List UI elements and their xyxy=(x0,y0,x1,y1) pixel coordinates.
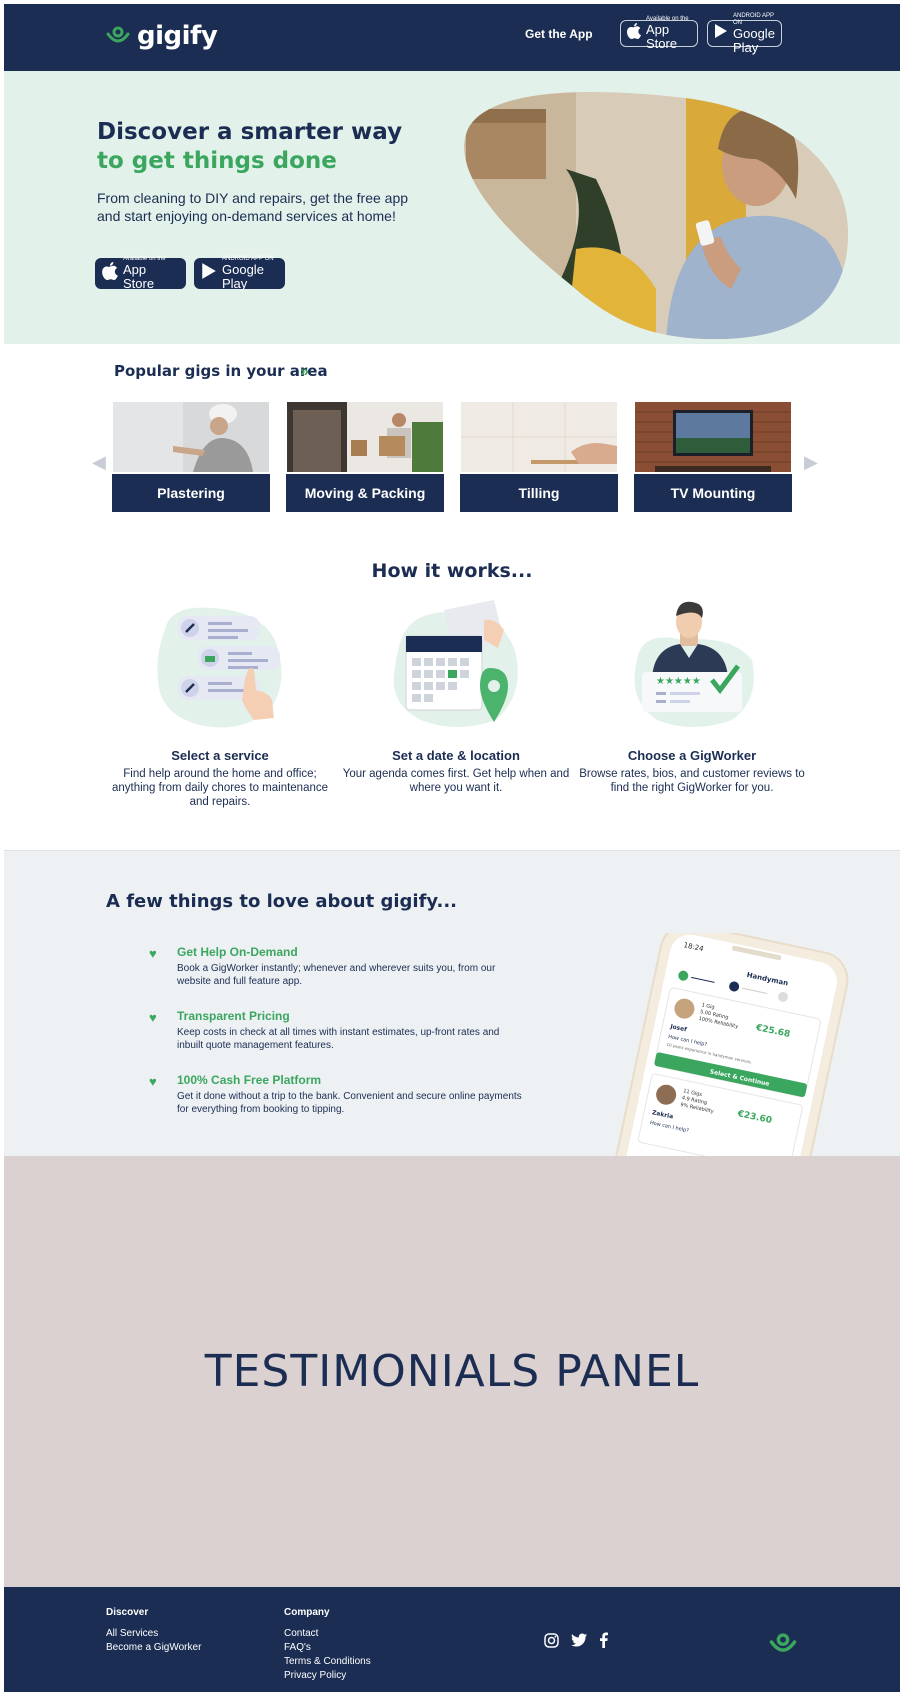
hero-subtitle: From cleaning to DIY and repairs, get th… xyxy=(97,190,409,224)
footer-link-become-gigworker[interactable]: Become a GigWorker xyxy=(106,1641,201,1655)
get-the-app-link[interactable]: Get the App xyxy=(525,27,593,41)
site-footer: Discover All Services Become a GigWorker… xyxy=(4,1587,900,1692)
heart-icon: ♥ xyxy=(149,1074,157,1089)
app-store-big: App Store xyxy=(123,262,155,291)
footer-heading: Company xyxy=(284,1607,330,1618)
step-title: Select a service xyxy=(171,748,269,763)
step-select-service: Select a service Find help around the ho… xyxy=(105,600,335,809)
page: gigify Get the App Available on the App S… xyxy=(4,4,900,1692)
gig-image xyxy=(113,402,269,472)
hero-title-line2: to get things done xyxy=(97,148,337,174)
footer-link-privacy[interactable]: Privacy Policy xyxy=(284,1669,371,1683)
footer-logo-icon[interactable] xyxy=(768,1628,798,1661)
phone-mockup: 18:24 Handyman 1 Gig 5.00 Rating 100% Re… xyxy=(590,923,850,1238)
apple-icon xyxy=(627,23,641,44)
hero-photo xyxy=(456,89,852,343)
gig-label: TV Mounting xyxy=(634,474,792,512)
set-date-illustration xyxy=(386,600,526,734)
feature-description: Get it done without a trip to the bank. … xyxy=(177,1091,522,1115)
google-play-small: ANDROID APP ON xyxy=(733,12,774,26)
gig-label: Plastering xyxy=(112,474,270,512)
features-section: A few things to love about gigify... ♥ G… xyxy=(4,850,900,1238)
step-title: Choose a GigWorker xyxy=(627,748,757,763)
gig-label: Moving & Packing xyxy=(286,474,444,512)
social-links xyxy=(544,1632,608,1653)
gig-image xyxy=(287,402,443,472)
svg-text:★★★★★: ★★★★★ xyxy=(656,676,701,687)
gig-card-tilling[interactable]: Tilling xyxy=(460,402,618,512)
feature-description: Book a GigWorker instantly; whenever and… xyxy=(177,963,496,987)
gig-image xyxy=(461,402,617,472)
gig-card-plastering[interactable]: Plastering xyxy=(112,402,270,512)
step-description: Your agenda comes first. Get help when a… xyxy=(342,768,570,794)
footer-heading: Discover xyxy=(106,1607,149,1618)
instagram-icon[interactable] xyxy=(544,1632,559,1653)
testimonials-panel: TESTIMONIALS PANEL xyxy=(4,1156,900,1587)
heart-icon: ♥ xyxy=(149,946,157,961)
step-title: Set a date & location xyxy=(392,748,520,763)
carousel-next-icon[interactable]: ▶ xyxy=(804,452,818,473)
popular-gigs-more-icon[interactable]: » xyxy=(300,363,309,381)
hero-title-line1: Discover a smarter way xyxy=(97,119,403,145)
feature-title: 100% Cash Free Platform xyxy=(177,1073,322,1087)
select-service-illustration xyxy=(150,600,290,734)
logo-text: gigify xyxy=(137,21,218,51)
gig-card-moving-packing[interactable]: Moving & Packing xyxy=(286,402,444,512)
google-play-big: Google Play xyxy=(733,25,775,55)
gig-card-tv-mounting[interactable]: TV Mounting xyxy=(634,402,792,512)
logo-icon xyxy=(105,22,131,51)
play-icon xyxy=(201,262,217,285)
google-play-big: Google Play xyxy=(222,262,264,291)
footer-link-all-services[interactable]: All Services xyxy=(106,1627,201,1641)
feature-description: Keep costs in check at all times with in… xyxy=(177,1027,500,1051)
hero-section: Discover a smarter way to get things don… xyxy=(4,71,900,344)
step-description: Find help around the home and office; an… xyxy=(111,768,329,808)
hero-google-play-button[interactable]: ANDROID APP ON Google Play xyxy=(194,256,285,291)
twitter-icon[interactable] xyxy=(571,1633,587,1652)
popular-gigs-title: Popular gigs in your area xyxy=(114,362,328,380)
step-description: Browse rates, bios, and customer reviews… xyxy=(579,768,805,794)
feature-title: Transparent Pricing xyxy=(177,1009,290,1023)
site-header: gigify Get the App Available on the App S… xyxy=(4,4,900,71)
facebook-icon[interactable] xyxy=(599,1632,608,1653)
apple-icon xyxy=(102,262,118,285)
footer-link-contact[interactable]: Contact xyxy=(284,1627,371,1641)
carousel-prev-icon[interactable]: ◀ xyxy=(92,452,106,473)
step-choose-gigworker: ★★★★★ Choose a GigWorker Browse rates, b… xyxy=(577,600,807,795)
features-title: A few things to love about gigify... xyxy=(106,891,457,912)
step-set-date-location: Set a date & location Your agenda comes … xyxy=(341,600,571,795)
testimonials-placeholder: TESTIMONIALS PANEL xyxy=(204,1346,700,1397)
logo[interactable]: gigify xyxy=(105,21,218,51)
feature-title: Get Help On-Demand xyxy=(177,945,298,959)
footer-company-column: Company Contact FAQ's Terms & Conditions… xyxy=(284,1607,371,1683)
play-icon xyxy=(714,23,728,44)
gig-image xyxy=(635,402,791,472)
footer-link-terms[interactable]: Terms & Conditions xyxy=(284,1655,371,1669)
hero-app-store-button[interactable]: Available on the App Store xyxy=(95,256,186,291)
footer-link-faqs[interactable]: FAQ's xyxy=(284,1641,371,1655)
choose-gigworker-illustration: ★★★★★ xyxy=(622,600,762,734)
how-it-works-title: How it works... xyxy=(371,560,533,582)
header-app-store-button[interactable]: Available on the App Store xyxy=(620,16,698,51)
app-store-big: App Store xyxy=(646,22,678,51)
gig-label: Tilling xyxy=(460,474,618,512)
hero-title: Discover a smarter way to get things don… xyxy=(97,118,402,176)
footer-discover-column: Discover All Services Become a GigWorker xyxy=(106,1607,201,1655)
heart-icon: ♥ xyxy=(149,1010,157,1025)
header-google-play-button[interactable]: ANDROID APP ON Google Play xyxy=(707,13,782,54)
